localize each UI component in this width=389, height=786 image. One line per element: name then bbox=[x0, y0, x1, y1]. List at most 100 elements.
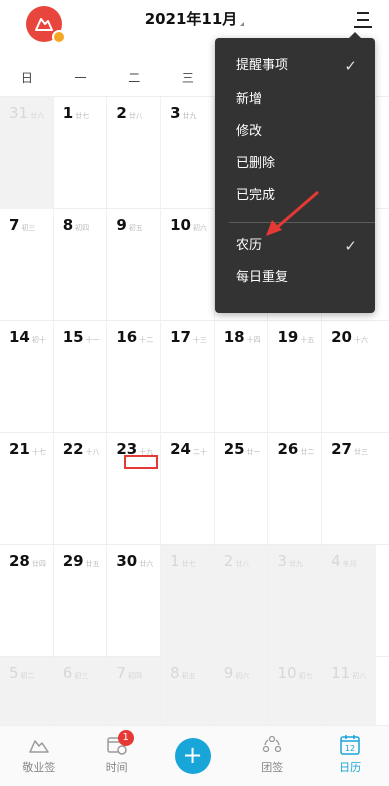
month-title[interactable]: 2021年11月 bbox=[0, 8, 389, 29]
day-cell[interactable]: 3 廿九 bbox=[161, 97, 215, 209]
day-cell[interactable]: 17 十三 bbox=[161, 321, 215, 433]
day-number: 19 bbox=[277, 328, 299, 346]
day-cell[interactable]: 1 廿七 bbox=[54, 97, 108, 209]
nav-label: 时间 bbox=[105, 761, 128, 774]
lunar-date: 廿六 bbox=[30, 112, 45, 120]
day-number: 29 bbox=[62, 552, 84, 570]
day-number: 4 bbox=[331, 552, 341, 570]
day-cell[interactable]: 3 廿九 bbox=[268, 545, 323, 657]
day-number: 27 bbox=[331, 440, 352, 458]
day-number: 2 bbox=[116, 104, 127, 122]
lunar-date: 廿五 bbox=[85, 560, 100, 568]
day-cell[interactable]: 9 初五 bbox=[107, 209, 162, 321]
options-menu: 提醒事项 ✓ 新增 修改 已删除 已完成 农历 ✓ 每日重复 bbox=[215, 32, 375, 313]
lunar-date: 二十 bbox=[192, 448, 207, 456]
day-cell[interactable]: 1 廿七 bbox=[161, 545, 215, 657]
menu-item-deleted[interactable]: 已删除 bbox=[215, 148, 375, 180]
lunar-date: 初二 bbox=[20, 672, 35, 680]
month-title-label: 2021年11月 bbox=[144, 10, 238, 28]
day-cell[interactable]: 19 十五 bbox=[268, 321, 323, 433]
lunar-date: 十七 bbox=[31, 448, 46, 456]
nav-item-team[interactable]: 团签 bbox=[233, 726, 311, 786]
menu-item-label: 提醒事项 bbox=[236, 58, 289, 73]
day-cell[interactable]: 21 十七 bbox=[0, 433, 54, 545]
calendar-clock-icon: 1 bbox=[106, 730, 134, 756]
nav-item-add[interactable]: + bbox=[156, 726, 234, 786]
day-number: 14 bbox=[9, 328, 30, 346]
day-number: 8 bbox=[170, 664, 180, 682]
day-cell[interactable]: 10 初六 bbox=[161, 209, 215, 321]
lunar-date: 初八 bbox=[352, 672, 367, 680]
nav-label: 团签 bbox=[261, 761, 284, 774]
lunar-date: 初四 bbox=[75, 224, 90, 232]
day-cell[interactable]: 18 十四 bbox=[215, 321, 269, 433]
day-cell[interactable]: 24 二十 bbox=[161, 433, 215, 545]
lunar-date: 初三 bbox=[21, 224, 36, 232]
day-cell[interactable]: 2 廿八 bbox=[107, 97, 162, 209]
menu-item-edit[interactable]: 修改 bbox=[215, 116, 375, 148]
lunar-date: 廿七 bbox=[181, 560, 196, 568]
day-number: 1 bbox=[170, 552, 180, 570]
lunar-date: 初四 bbox=[127, 672, 142, 680]
day-cell[interactable]: 27 廿三 bbox=[322, 433, 376, 545]
day-cell[interactable]: 25 廿一 bbox=[215, 433, 269, 545]
today-highlight-box bbox=[124, 455, 159, 469]
nav-item-time[interactable]: 1 时间 bbox=[78, 726, 156, 786]
vip-badge-icon bbox=[52, 30, 66, 44]
day-number: 18 bbox=[223, 328, 245, 346]
cloud-logo-icon bbox=[28, 734, 50, 756]
day-cell[interactable]: 14 初十 bbox=[0, 321, 54, 433]
day-number: 6 bbox=[62, 664, 73, 682]
weekday-label: 日 bbox=[20, 71, 33, 85]
day-cell[interactable]: 7 初三 bbox=[0, 209, 54, 321]
lunar-date: 初六 bbox=[235, 672, 250, 680]
lunar-date: 廿九 bbox=[182, 112, 197, 120]
day-cell[interactable]: 26 廿二 bbox=[268, 433, 323, 545]
day-cell[interactable]: 29 廿五 bbox=[54, 545, 108, 657]
day-cell[interactable]: 15 十一 bbox=[54, 321, 108, 433]
menu-item-new[interactable]: 新增 bbox=[215, 84, 375, 116]
day-cell[interactable]: 8 初四 bbox=[54, 209, 108, 321]
day-cell-today[interactable]: 23 十九 bbox=[107, 433, 162, 545]
lunar-date: 廿四 bbox=[31, 560, 46, 568]
menu-item-daily-repeat[interactable]: 每日重复 bbox=[215, 262, 375, 294]
weekday-label: 二 bbox=[128, 71, 141, 85]
menu-icon[interactable] bbox=[353, 10, 373, 30]
nav-item-calendar[interactable]: 12 日历 bbox=[311, 726, 389, 786]
day-cell[interactable]: 2 廿八 bbox=[214, 545, 269, 657]
lunar-date: 冬月 bbox=[342, 560, 357, 568]
day-number: 21 bbox=[9, 440, 30, 458]
plus-icon[interactable]: + bbox=[174, 738, 211, 774]
caret-icon bbox=[240, 22, 245, 26]
day-cell[interactable]: 22 十八 bbox=[54, 433, 108, 545]
day-number: 3 bbox=[170, 104, 181, 122]
menu-item-label: 已删除 bbox=[236, 156, 276, 171]
lunar-date: 廿九 bbox=[288, 560, 303, 568]
day-number: 7 bbox=[116, 664, 126, 682]
lunar-date: 初五 bbox=[181, 672, 196, 680]
lunar-date: 廿八 bbox=[128, 112, 143, 120]
day-number: 10 bbox=[170, 216, 191, 234]
nav-label: 日历 bbox=[339, 761, 362, 774]
day-cell[interactable]: 4 冬月 bbox=[322, 545, 376, 657]
lunar-date: 初五 bbox=[128, 224, 143, 232]
nav-label: 敬业签 bbox=[22, 761, 56, 774]
day-number: 11 bbox=[331, 664, 351, 682]
day-cell[interactable]: 30 廿六 bbox=[107, 545, 162, 657]
day-cell[interactable]: 16 十二 bbox=[107, 321, 162, 433]
lunar-date: 十六 bbox=[354, 336, 368, 344]
lunar-date: 廿七 bbox=[75, 112, 90, 120]
menu-item-reminders[interactable]: 提醒事项 ✓ bbox=[215, 50, 375, 82]
nav-item-jingyeqian[interactable]: 敬业签 bbox=[0, 726, 78, 786]
day-number: 16 bbox=[116, 328, 138, 346]
day-cell[interactable]: 31 廿六 bbox=[0, 97, 54, 209]
day-cell[interactable]: 20 十六 bbox=[322, 321, 376, 433]
day-number: 2 bbox=[223, 552, 234, 570]
calendar-icon: 12 bbox=[339, 734, 361, 756]
lunar-date: 廿二 bbox=[300, 448, 315, 456]
calendar-icon-day: 12 bbox=[345, 744, 355, 753]
day-number: 26 bbox=[277, 440, 299, 458]
day-number: 1 bbox=[62, 104, 74, 122]
lunar-date: 廿八 bbox=[235, 560, 250, 568]
day-cell[interactable]: 28 廿四 bbox=[0, 545, 54, 657]
